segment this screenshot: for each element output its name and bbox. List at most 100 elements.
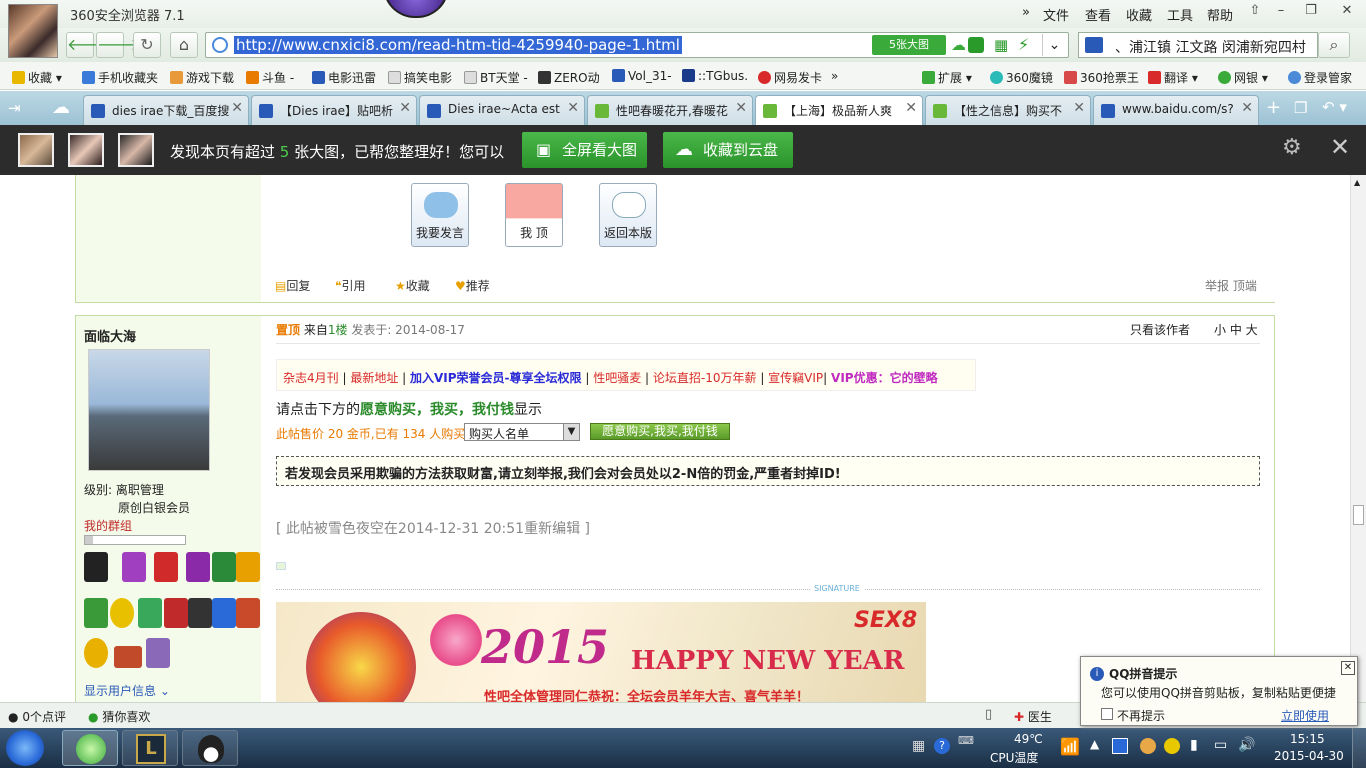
only-author-link[interactable]: 只看该作者: [1130, 321, 1190, 338]
my-groups-label[interactable]: 我的群组: [84, 517, 132, 534]
bookmark-translate[interactable]: 翻译 ▾: [1148, 69, 1198, 86]
back-button[interactable]: 🡐: [66, 32, 110, 58]
scroll-up-icon[interactable]: ▲: [1354, 178, 1360, 187]
qr-icon[interactable]: ▦: [994, 36, 1008, 54]
post-reply-button[interactable]: 我要发言: [411, 183, 469, 247]
vip-link[interactable]: 最新地址: [350, 371, 398, 385]
bookmark-bt[interactable]: BT天堂 -: [464, 69, 528, 86]
keyboard-icon[interactable]: ▦: [912, 738, 925, 754]
baidu-paw-icon[interactable]: [1085, 37, 1103, 53]
tray-qq-icon[interactable]: [1140, 738, 1156, 754]
image-thumbnail[interactable]: [68, 133, 104, 167]
cloud-sync-icon[interactable]: ☁: [52, 97, 70, 118]
font-size-links[interactable]: 小 中 大: [1214, 321, 1258, 338]
clock-time[interactable]: 15:15: [1290, 732, 1325, 746]
vip-link[interactable]: 杂志4月刊: [283, 371, 339, 385]
cloud-icon[interactable]: ☁: [951, 36, 966, 54]
comments-status[interactable]: ● 0个点评: [8, 708, 66, 725]
gear-icon[interactable]: ⚙: [1282, 135, 1302, 160]
quote-link[interactable]: ❝引用: [335, 277, 365, 294]
tab-close-icon[interactable]: ✕: [231, 100, 243, 116]
vip-link[interactable]: 宣传竊VIP: [768, 371, 823, 385]
volume-icon[interactable]: 🔊: [1238, 737, 1255, 753]
menu-chevron-icon[interactable]: »: [1022, 5, 1030, 20]
big-image-button[interactable]: 5张大图: [872, 35, 946, 55]
show-user-info-link[interactable]: 显示用户信息 ⌄: [84, 682, 170, 699]
popup-close-icon[interactable]: ✕: [1341, 661, 1355, 675]
tab-2[interactable]: Dies irae~Acta est ✕: [419, 95, 585, 125]
start-button[interactable]: [6, 730, 44, 766]
bookmark-zero[interactable]: ZERO动: [538, 69, 600, 86]
mobile-icon[interactable]: ▯: [985, 707, 992, 722]
search-button[interactable]: ⌕: [1318, 32, 1350, 58]
tab-0[interactable]: dies irae下载_百度搜 ✕: [83, 95, 249, 125]
wifi-icon[interactable]: 📶: [1060, 737, 1080, 756]
forward-button[interactable]: 🡒: [96, 32, 140, 58]
reply-link[interactable]: ▤回复: [275, 277, 310, 294]
url-text[interactable]: http://www.cnxici8.com/read-htm-tid-4259…: [234, 36, 682, 54]
tray-360-icon[interactable]: [1164, 738, 1180, 754]
bookmark-vol[interactable]: Vol_31-: [612, 69, 672, 83]
tab-close-icon[interactable]: ✕: [399, 100, 411, 116]
scrollbar[interactable]: ▲: [1350, 175, 1366, 702]
image-thumbnail[interactable]: [118, 133, 154, 167]
menu-favorites[interactable]: 收藏: [1126, 5, 1152, 24]
scroll-thumb[interactable]: [1353, 505, 1364, 525]
tab-3[interactable]: 性吧春暖花开,春暖花 ✕: [587, 95, 753, 125]
menu-file[interactable]: 文件: [1043, 5, 1069, 24]
help-icon[interactable]: ?: [934, 738, 950, 754]
taskbar-qq[interactable]: [182, 730, 238, 766]
tab-6[interactable]: www.baidu.com/s? ✕: [1093, 95, 1259, 125]
tab-list-icon[interactable]: ❐: [1294, 99, 1307, 117]
new-tab-icon[interactable]: +: [1266, 97, 1281, 118]
menu-help[interactable]: 帮助: [1207, 5, 1233, 24]
report-top-links[interactable]: 举报 顶端: [1205, 277, 1257, 294]
vip-link[interactable]: 性吧骚麦: [593, 371, 641, 385]
close-icon[interactable]: ✕: [1330, 133, 1350, 161]
bookmark-login[interactable]: 登录管家: [1288, 69, 1352, 86]
minimize-button[interactable]: –: [1268, 0, 1294, 22]
menu-tools[interactable]: 工具: [1167, 5, 1193, 24]
skin-icon[interactable]: ⇧: [1242, 0, 1268, 22]
tab-4-active[interactable]: 【上海】极品新人爽 ✕: [755, 95, 923, 125]
vip-link[interactable]: 加入VIP荣誉会员-尊享全坛权限: [410, 371, 582, 385]
bookmark-extensions[interactable]: 扩展 ▾: [922, 69, 972, 86]
recommend-status[interactable]: ● 猜你喜欢: [88, 708, 150, 725]
bookmark-funny[interactable]: 搞笑电影: [388, 69, 452, 86]
bookmarks-more-icon[interactable]: »: [831, 69, 838, 83]
back-to-board-button[interactable]: 返回本版: [599, 183, 657, 247]
buy-button[interactable]: 愿意购买,我买,我付钱: [590, 423, 730, 440]
clock-date[interactable]: 2015-04-30: [1274, 749, 1344, 763]
tab-close-icon[interactable]: ✕: [735, 100, 747, 116]
home-button[interactable]: ⌂: [170, 32, 198, 58]
refresh-button[interactable]: ↻: [133, 32, 161, 58]
use-now-link[interactable]: 立即使用: [1281, 707, 1329, 724]
site-info-icon[interactable]: [212, 37, 228, 53]
tray-battery-icon[interactable]: ▮: [1190, 737, 1198, 753]
recommend-link[interactable]: ♥推荐: [455, 277, 490, 294]
url-dropdown-icon[interactable]: ⌄: [1042, 34, 1066, 56]
tab-5[interactable]: 【性之信息】购买不 ✕: [925, 95, 1091, 125]
undo-close-icon[interactable]: ↶ ▾: [1322, 98, 1347, 116]
tray-expand-icon[interactable]: ▲: [1090, 737, 1099, 751]
tray-network-icon[interactable]: ▭: [1214, 737, 1227, 753]
image-thumbnail[interactable]: [18, 133, 54, 167]
shield-icon[interactable]: [968, 37, 984, 53]
tab-close-icon[interactable]: ✕: [1073, 100, 1085, 116]
author-name[interactable]: 面临大海: [84, 326, 136, 345]
tab-close-icon[interactable]: ✕: [567, 100, 579, 116]
bookmark-douyu[interactable]: 斗鱼 -: [246, 69, 294, 86]
bookmark-games[interactable]: 游戏下载: [170, 69, 234, 86]
show-desktop-button[interactable]: [1352, 728, 1366, 768]
taskbar-browser[interactable]: [62, 730, 118, 766]
save-to-cloud-button[interactable]: ☁ 收藏到云盘: [663, 132, 793, 168]
vip-link[interactable]: VIP优惠：它的壁略: [831, 371, 938, 385]
search-input[interactable]: 、浦江镇 江文路 闵浦新宛四村: [1115, 37, 1306, 57]
taskbar-lol[interactable]: L: [122, 730, 178, 766]
vip-link[interactable]: 论坛直招-10万年薪: [653, 371, 757, 385]
bookmark-netease[interactable]: 网易发卡: [758, 69, 822, 86]
bookmark-ticket[interactable]: 360抢票王: [1064, 69, 1139, 86]
tab-close-icon[interactable]: ✕: [905, 100, 917, 116]
browser-orb-icon[interactable]: [383, 0, 449, 18]
close-window-button[interactable]: ✕: [1332, 0, 1362, 22]
